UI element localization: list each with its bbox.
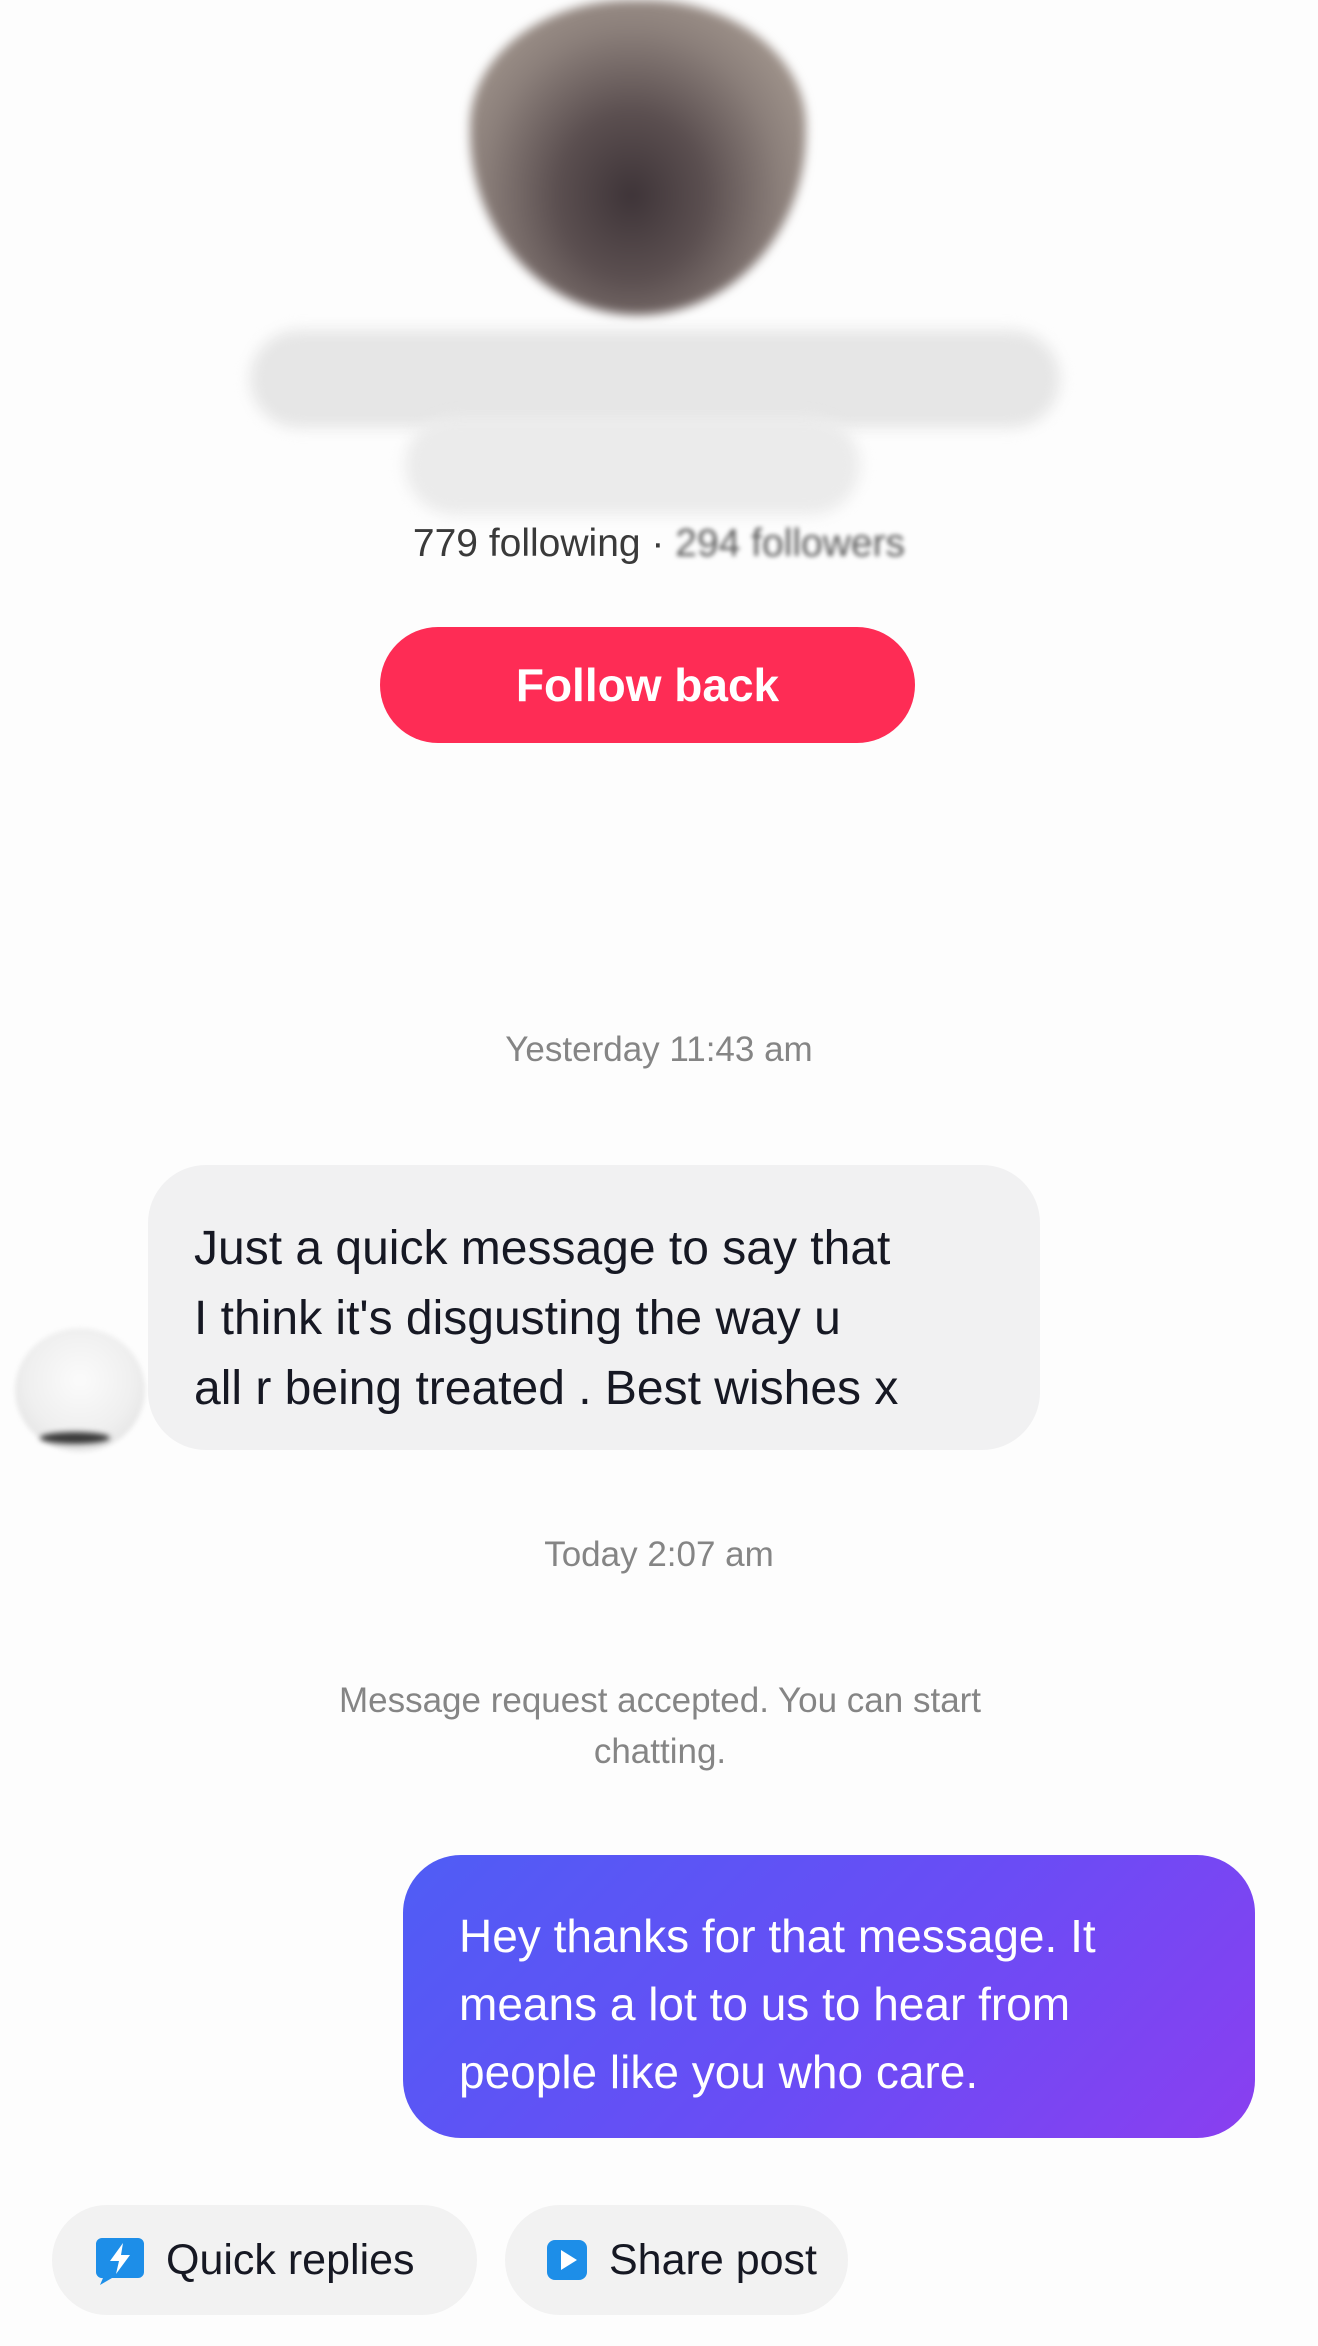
- message-request-accepted-notice: Message request accepted. You can start …: [240, 1675, 1080, 1777]
- profile-avatar[interactable]: [470, 0, 806, 315]
- system-message-line: chatting.: [593, 1732, 727, 1771]
- quick-replies-label: Quick replies: [166, 2235, 415, 2284]
- incoming-message-bubble[interactable]: Just a quick message to say that I think…: [148, 1165, 1040, 1450]
- outgoing-message-bubble[interactable]: Hey thanks for that message. It means a …: [403, 1855, 1255, 2138]
- quick-replies-button[interactable]: Quick replies: [52, 2205, 477, 2315]
- play-triangle-icon: [547, 2240, 587, 2280]
- timestamp-today: Today 2:07 am: [544, 1535, 774, 1574]
- following-count: 779 following: [412, 522, 641, 565]
- incoming-message-line: I think it's disgusting the way u: [194, 1292, 841, 1345]
- redacted-username: [405, 415, 860, 515]
- stats-separator: ·: [640, 522, 676, 565]
- follow-stats: 779 following · 294 followers: [0, 522, 1318, 566]
- followers-count: 294 followers: [675, 522, 906, 565]
- share-post-button[interactable]: Share post: [505, 2205, 848, 2315]
- redacted-display-name: [250, 330, 1060, 428]
- lightning-bolt-icon: [94, 2234, 146, 2286]
- incoming-message-line: all r being treated . Best wishes x: [194, 1362, 899, 1415]
- system-message-line: Message request accepted. You can start: [338, 1681, 982, 1720]
- sender-avatar-shadow: [40, 1432, 110, 1444]
- outgoing-message-line: means a lot to us to hear from: [459, 1978, 1071, 2030]
- timestamp-yesterday: Yesterday 11:43 am: [505, 1030, 813, 1069]
- outgoing-message-line: Hey thanks for that message. It: [459, 1910, 1096, 1962]
- follow-back-button[interactable]: Follow back: [380, 627, 915, 743]
- share-post-label: Share post: [609, 2235, 817, 2284]
- outgoing-message-line: people like you who care.: [459, 2046, 979, 2098]
- incoming-message-line: Just a quick message to say that: [194, 1222, 891, 1275]
